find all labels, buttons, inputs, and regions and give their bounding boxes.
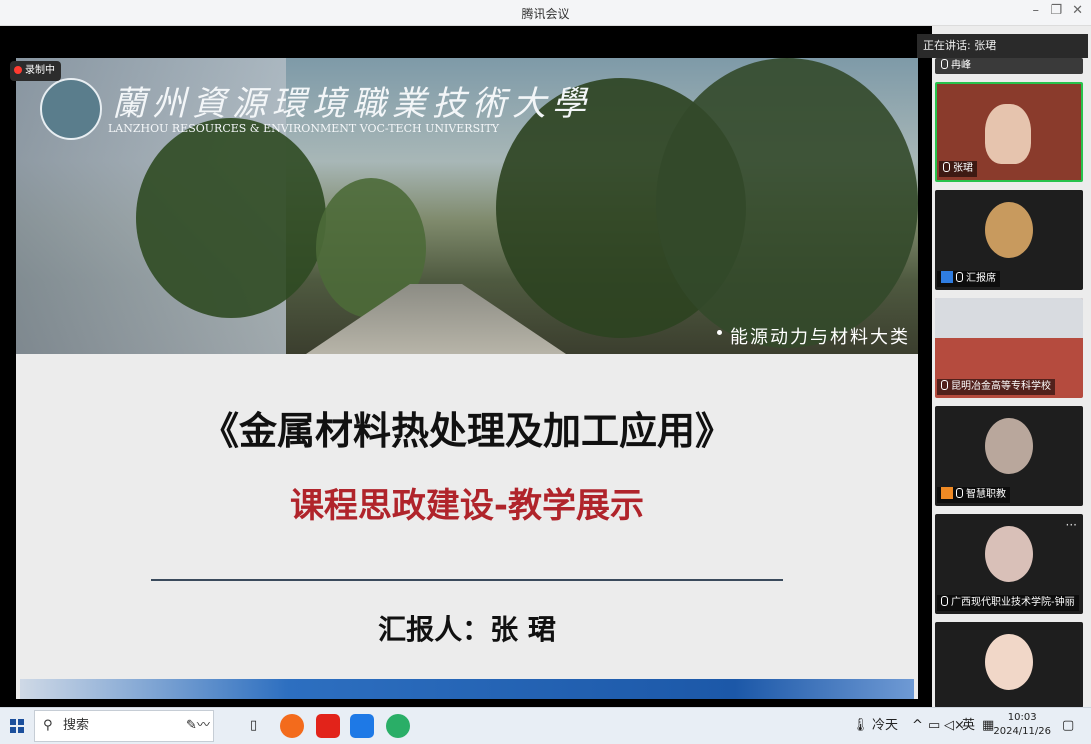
mic-icon <box>941 380 948 390</box>
restore-button[interactable]: ❐ <box>1050 3 1062 18</box>
title-bar: 腾讯会议 – ❐ ✕ <box>0 0 1091 26</box>
firefox-icon[interactable] <box>280 714 304 738</box>
notification-icon[interactable]: ▢ <box>1062 708 1074 744</box>
university-name-en: LANZHOU RESOURCES & ENVIRONMENT VOC-TECH… <box>108 122 500 135</box>
tencent-meeting-icon[interactable] <box>350 714 374 738</box>
search-icon: ⚲ <box>43 718 53 733</box>
taskbar: ⚲ 搜索 ✎〰 ▯ 🌡 冷天 ^ ▭ ◁× 英 ▦ 10:03 2024/11/… <box>0 707 1091 744</box>
user-icon <box>941 271 953 283</box>
category-label: 能源动力与材料大类 <box>730 327 910 348</box>
avatar <box>985 526 1033 582</box>
university-name-cn: 蘭州資源環境職業技術大學 <box>112 84 592 124</box>
avatar <box>985 634 1033 690</box>
avatar <box>985 202 1033 258</box>
clock[interactable]: 10:03 2024/11/26 <box>993 711 1051 739</box>
course-title: 《金属材料热处理及加工应用》 <box>200 409 733 453</box>
mic-icon <box>941 59 948 69</box>
windows-icon[interactable] <box>10 708 24 744</box>
more-icon[interactable]: ··· <box>1066 518 1077 532</box>
presentation-slide: 蘭州資源環境職業技術大學 LANZHOU RESOURCES & ENVIRON… <box>16 58 918 699</box>
participant-tile[interactable]: 智慧职教 <box>935 406 1083 506</box>
participant-tile[interactable]: ··· 广西现代职业技术学院-钟丽 <box>935 514 1083 614</box>
mic-icon <box>941 596 948 606</box>
reporter-name: 汇报人：张 珺 <box>378 613 556 646</box>
avatar <box>985 418 1033 474</box>
user-icon <box>941 487 953 499</box>
minimize-button[interactable]: – <box>1033 3 1040 18</box>
speaking-indicator: 正在讲话: 张珺 <box>917 34 1088 58</box>
shared-screen: 蘭州資源環境職業技術大學 LANZHOU RESOURCES & ENVIRON… <box>0 26 932 708</box>
window-title: 腾讯会议 <box>521 7 570 21</box>
close-button[interactable]: ✕ <box>1072 3 1083 18</box>
recording-indicator[interactable]: 录制中 <box>10 61 61 81</box>
participant-tile[interactable]: 汇报席 <box>935 190 1083 290</box>
university-logo <box>40 78 102 140</box>
divider <box>151 579 783 581</box>
participant-tile[interactable] <box>935 622 1083 708</box>
video-feed <box>985 104 1031 164</box>
pen-icon: ✎〰 <box>186 718 210 733</box>
task-view-icon[interactable]: ▯ <box>250 708 257 744</box>
ime-indicator[interactable]: 英 <box>962 708 975 744</box>
network-icon[interactable]: ▭ <box>928 708 940 744</box>
mic-icon <box>943 162 950 172</box>
mic-icon <box>956 272 963 282</box>
slide-subtitle: 课程思政建设-教学展示 <box>289 486 645 526</box>
mic-icon <box>956 488 963 498</box>
slide-footer-bar <box>20 679 914 699</box>
participant-tile-active[interactable]: 张珺 <box>935 82 1083 182</box>
campus-photo: 蘭州資源環境職業技術大學 LANZHOU RESOURCES & ENVIRON… <box>16 58 918 354</box>
wechat-icon[interactable] <box>386 714 410 738</box>
weather-label[interactable]: 冷天 <box>872 708 898 744</box>
participant-tile[interactable]: 昆明冶金高等专科学校 <box>935 298 1083 398</box>
participant-tile[interactable]: 冉峰 <box>935 58 1083 74</box>
record-icon <box>14 66 22 74</box>
tray-chevron-icon[interactable]: ^ <box>912 708 923 744</box>
thermometer-icon: 🌡 <box>852 718 869 733</box>
wps-icon[interactable] <box>316 714 340 738</box>
